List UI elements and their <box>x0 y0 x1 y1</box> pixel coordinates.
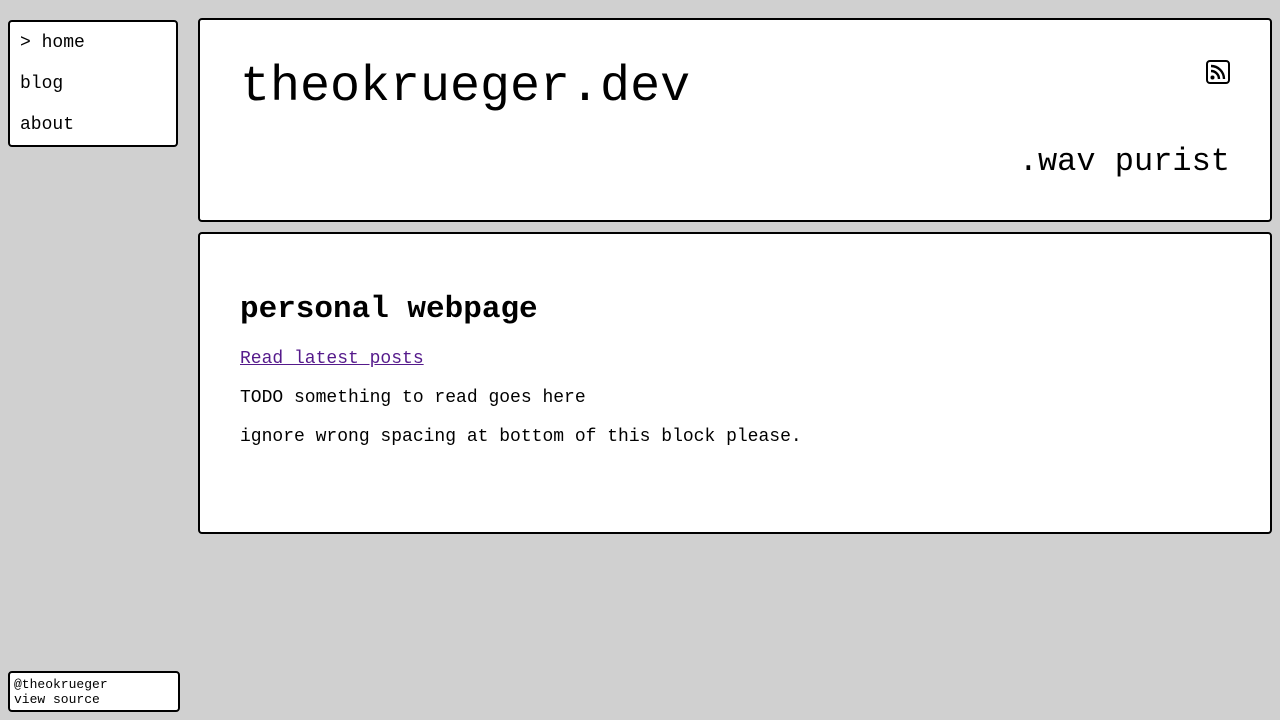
view-source-link[interactable]: view source <box>14 692 178 707</box>
site-title: theokrueger.dev <box>240 59 691 116</box>
page-heading: personal webpage <box>240 292 538 327</box>
read-latest-posts-link[interactable]: Read latest posts <box>240 348 424 370</box>
nav-item-about[interactable]: about <box>20 114 74 136</box>
nav-item-blog[interactable]: blog <box>20 73 63 95</box>
footer-handle: @theokrueger <box>14 677 108 692</box>
site-header: theokrueger.dev .wav purist <box>198 18 1272 222</box>
paragraph: ignore wrong spacing at bottom of this b… <box>240 427 802 447</box>
footer: @theokrueger view source <box>8 671 180 712</box>
main-content: personal webpage Read latest posts TODO … <box>198 232 1272 534</box>
nav-item-home[interactable]: > home <box>20 32 85 54</box>
paragraph: TODO something to read goes here <box>240 388 586 408</box>
site-tagline: .wav purist <box>1018 143 1230 180</box>
rss-icon[interactable] <box>1206 60 1230 84</box>
sidebar-nav: > home blog about <box>8 20 178 147</box>
